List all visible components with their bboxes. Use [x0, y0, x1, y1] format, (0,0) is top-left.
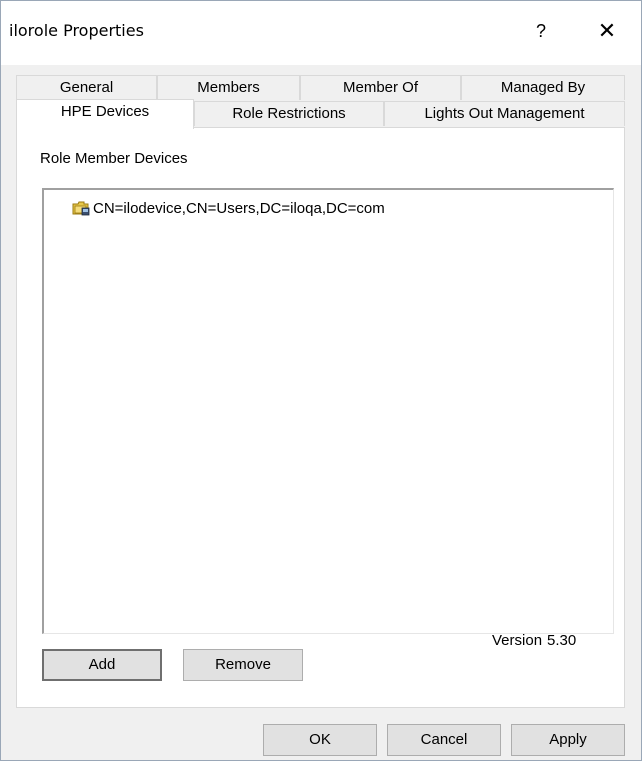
tab-panel-hpe-devices: Role Member Devices CN=ilodevice,CN=User…	[16, 127, 625, 708]
apply-button[interactable]: Apply	[511, 724, 625, 756]
ok-button[interactable]: OK	[263, 724, 377, 756]
close-button[interactable]: ✕	[585, 11, 629, 51]
tab-role-restrictions[interactable]: Role Restrictions	[194, 101, 384, 126]
tab-hpe-devices[interactable]: HPE Devices	[16, 99, 194, 129]
role-member-devices-list[interactable]: CN=ilodevice,CN=Users,DC=iloqa,DC=com	[42, 188, 614, 634]
properties-dialog: ilorole Properties ? ✕ General Members M…	[0, 0, 642, 761]
remove-button[interactable]: Remove	[183, 649, 303, 681]
list-item[interactable]: CN=ilodevice,CN=Users,DC=iloqa,DC=com	[72, 198, 385, 218]
cancel-button[interactable]: Cancel	[387, 724, 501, 756]
window-title: ilorole Properties	[9, 21, 144, 40]
title-bar: ilorole Properties ? ✕	[1, 1, 641, 65]
tab-member-of[interactable]: Member Of	[300, 75, 461, 100]
tab-managed-by[interactable]: Managed By	[461, 75, 625, 100]
folder-device-icon	[72, 200, 90, 216]
version-value: 5.30	[547, 632, 577, 649]
help-button[interactable]: ?	[521, 11, 561, 51]
tab-lights-out-management[interactable]: Lights Out Management	[384, 101, 625, 126]
add-button[interactable]: Add	[42, 649, 162, 681]
tab-members[interactable]: Members	[157, 75, 300, 100]
tab-general[interactable]: General	[16, 75, 157, 100]
version-label: Version 5.30	[492, 632, 576, 649]
role-member-devices-label: Role Member Devices	[40, 150, 188, 167]
device-name: CN=ilodevice,CN=Users,DC=iloqa,DC=com	[93, 199, 385, 217]
version-text: Version	[492, 632, 543, 649]
